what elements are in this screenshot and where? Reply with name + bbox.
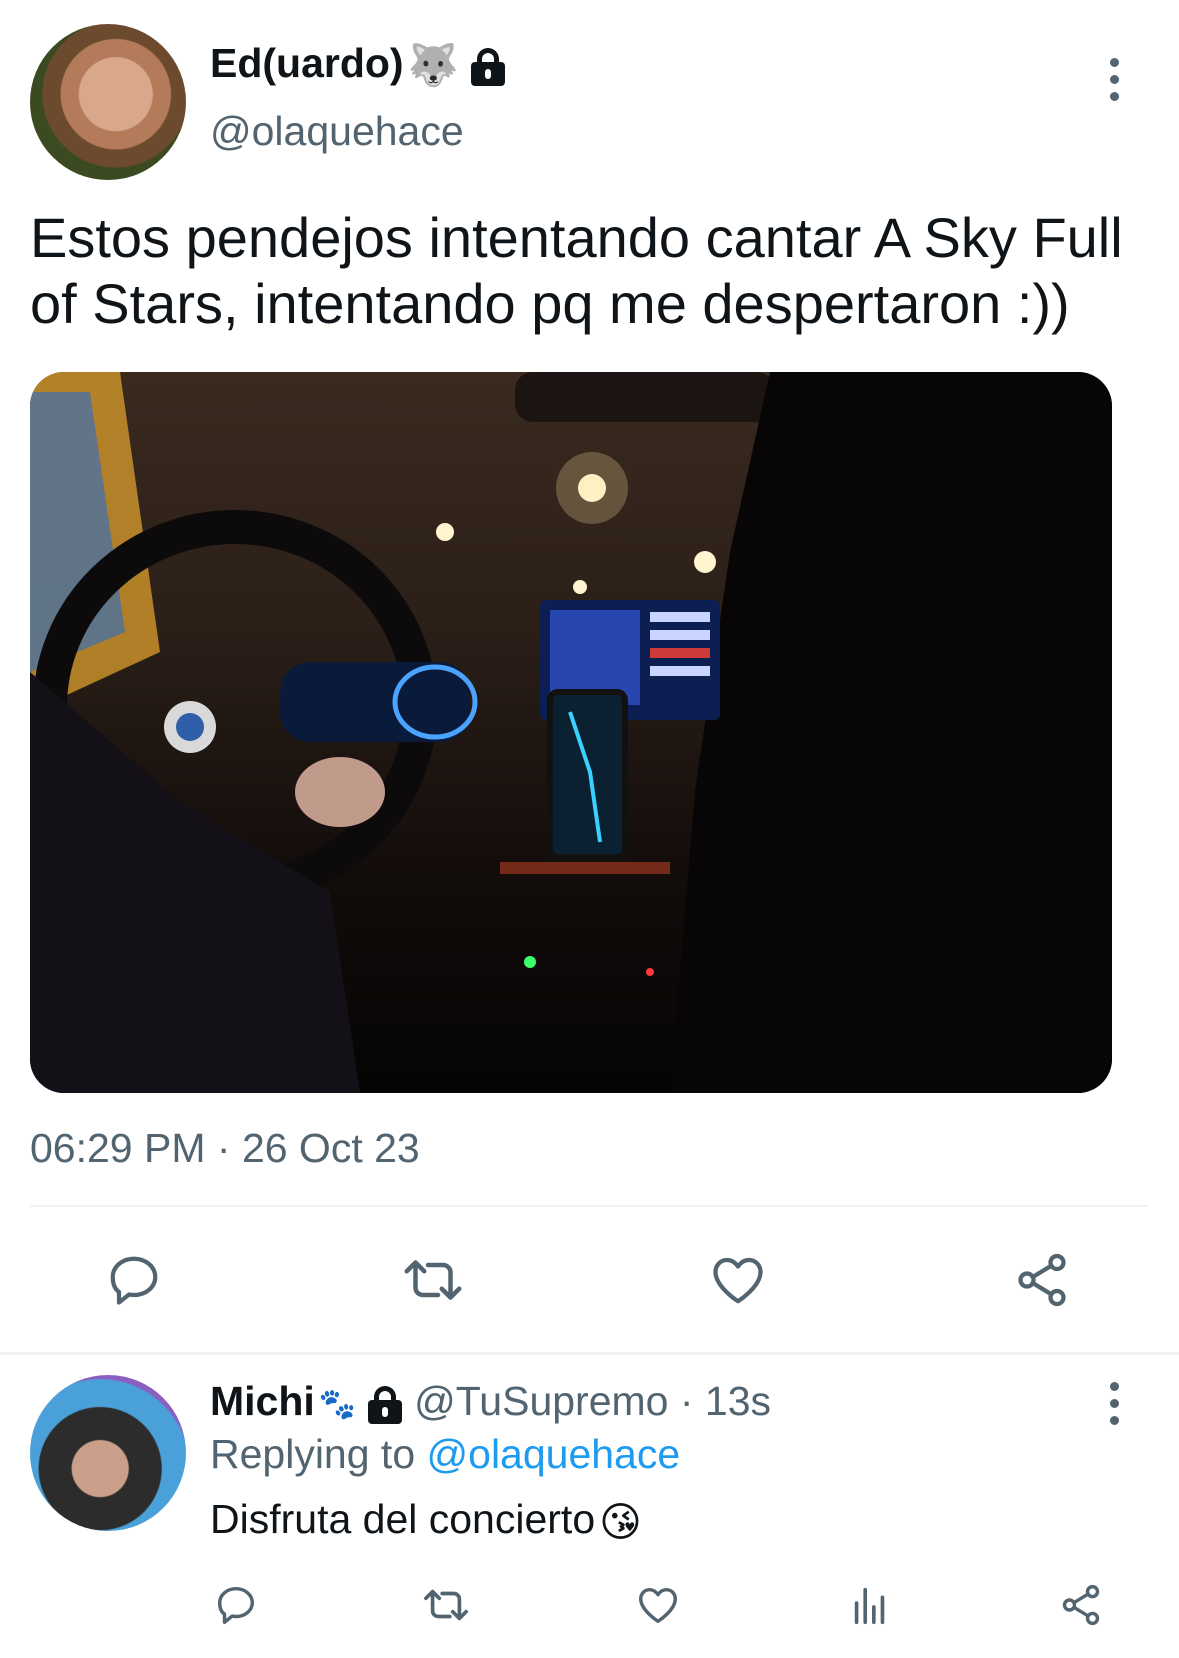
reply-views-button[interactable] — [847, 1582, 893, 1628]
reply-button[interactable] — [104, 1250, 164, 1310]
share-icon — [1018, 1253, 1066, 1307]
reply-icon — [110, 1256, 158, 1305]
more-icon[interactable] — [1108, 58, 1120, 101]
reply-header[interactable]: Michi 🐾 @TuSupremo · 13s — [210, 1378, 771, 1425]
like-icon — [639, 1587, 677, 1624]
share-button[interactable] — [1012, 1250, 1072, 1310]
reply-reply-button[interactable] — [213, 1582, 259, 1628]
wolf-emoji: 🐺 — [407, 42, 459, 89]
tweet-time: 06:29 PM — [30, 1125, 206, 1171]
retweet-button[interactable] — [400, 1250, 466, 1310]
reply-like-button[interactable] — [635, 1582, 681, 1628]
section-divider — [0, 1352, 1179, 1355]
paw-emoji: 🐾 — [318, 1387, 357, 1421]
lock-icon — [469, 46, 507, 87]
reply-icon — [217, 1586, 255, 1624]
author-handle[interactable]: @olaquehace — [210, 108, 464, 155]
reply-share-button[interactable] — [1058, 1582, 1104, 1628]
tweet-text: Estos pendejos intentando cantar A Sky F… — [30, 206, 1123, 335]
replying-prefix: Replying to — [210, 1431, 427, 1477]
share-icon — [1062, 1584, 1100, 1626]
timestamp-separator: · — [205, 1125, 242, 1171]
reply-author-avatar[interactable] — [30, 1375, 186, 1531]
replying-to: Replying to @olaquehace — [210, 1431, 680, 1478]
like-button[interactable] — [708, 1250, 768, 1310]
more-icon[interactable] — [1108, 1382, 1120, 1425]
reply-text: Disfruta del concierto😘 — [210, 1496, 642, 1546]
reply-separator: · — [668, 1378, 705, 1424]
author-name[interactable]: Ed(uardo) — [210, 40, 404, 86]
lock-icon — [366, 1384, 404, 1425]
retweet-icon — [404, 1260, 462, 1300]
author-name-row[interactable]: Ed(uardo)🐺 — [210, 40, 507, 90]
like-icon — [713, 1257, 763, 1304]
author-avatar[interactable] — [30, 24, 186, 180]
retweet-icon — [424, 1589, 468, 1621]
divider — [30, 1205, 1148, 1207]
reply-time[interactable]: 13s — [705, 1378, 771, 1424]
tweet-date: 26 Oct 23 — [241, 1125, 420, 1171]
reply-text-body: Disfruta del concierto — [210, 1496, 596, 1542]
reply-author-name[interactable]: Michi — [210, 1378, 315, 1424]
kiss-emoji: 😘 — [599, 1499, 642, 1546]
views-icon — [854, 1587, 885, 1625]
replying-mention[interactable]: @olaquehace — [427, 1431, 681, 1477]
tweet-timestamp[interactable]: 06:29 PM · 26 Oct 23 — [30, 1125, 420, 1172]
tweet-media[interactable] — [30, 372, 1112, 1093]
reply-handle[interactable]: @TuSupremo — [414, 1378, 668, 1424]
media-photo — [30, 372, 1112, 1093]
reply-retweet-button[interactable] — [420, 1582, 472, 1628]
